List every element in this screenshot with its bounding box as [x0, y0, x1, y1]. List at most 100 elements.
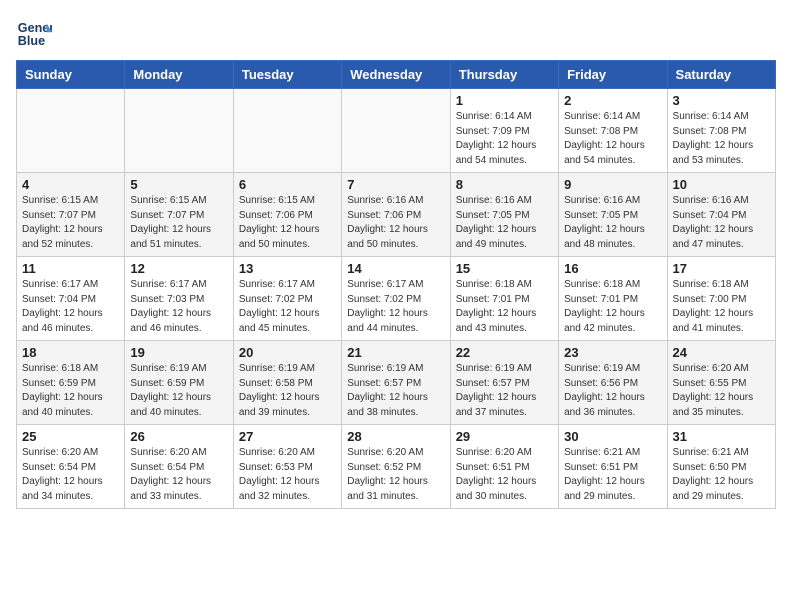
day-info: Sunrise: 6:19 AM Sunset: 6:57 PM Dayligh…	[456, 362, 553, 420]
day-number: 29	[456, 429, 553, 444]
weekday-header-tuesday: Tuesday	[233, 61, 341, 89]
day-number: 6	[239, 177, 336, 192]
day-info: Sunrise: 6:17 AM Sunset: 7:04 PM Dayligh…	[22, 278, 119, 336]
day-info: Sunrise: 6:17 AM Sunset: 7:03 PM Dayligh…	[130, 278, 227, 336]
day-info: Sunrise: 6:21 AM Sunset: 6:51 PM Dayligh…	[564, 446, 661, 504]
weekday-header-thursday: Thursday	[450, 61, 558, 89]
day-number: 7	[347, 177, 444, 192]
calendar-cell: 3 Sunrise: 6:14 AM Sunset: 7:08 PM Daylig…	[667, 89, 775, 173]
calendar-cell	[342, 89, 450, 173]
calendar-cell: 6 Sunrise: 6:15 AM Sunset: 7:06 PM Daylig…	[233, 173, 341, 257]
day-number: 4	[22, 177, 119, 192]
day-number: 15	[456, 261, 553, 276]
day-number: 14	[347, 261, 444, 276]
header: General Blue	[16, 16, 776, 52]
calendar-cell: 12 Sunrise: 6:17 AM Sunset: 7:03 PM Dayli…	[125, 257, 233, 341]
day-number: 27	[239, 429, 336, 444]
calendar-cell	[233, 89, 341, 173]
calendar-cell: 5 Sunrise: 6:15 AM Sunset: 7:07 PM Daylig…	[125, 173, 233, 257]
calendar-cell: 29 Sunrise: 6:20 AM Sunset: 6:51 PM Dayli…	[450, 425, 558, 509]
day-number: 18	[22, 345, 119, 360]
calendar-cell: 10 Sunrise: 6:16 AM Sunset: 7:04 PM Dayli…	[667, 173, 775, 257]
day-info: Sunrise: 6:20 AM Sunset: 6:55 PM Dayligh…	[673, 362, 770, 420]
day-number: 11	[22, 261, 119, 276]
day-number: 16	[564, 261, 661, 276]
day-number: 1	[456, 93, 553, 108]
calendar-cell: 25 Sunrise: 6:20 AM Sunset: 6:54 PM Dayli…	[17, 425, 125, 509]
day-info: Sunrise: 6:16 AM Sunset: 7:05 PM Dayligh…	[564, 194, 661, 252]
calendar-cell: 20Sunrise: 6:19 AM Sunset: 6:58 PM Dayli…	[233, 341, 341, 425]
day-info: Sunrise: 6:21 AM Sunset: 6:50 PM Dayligh…	[673, 446, 770, 504]
weekday-header-saturday: Saturday	[667, 61, 775, 89]
calendar-week-1: 1 Sunrise: 6:14 AM Sunset: 7:09 PM Daylig…	[17, 89, 776, 173]
day-number: 24	[673, 345, 770, 360]
day-info: Sunrise: 6:17 AM Sunset: 7:02 PM Dayligh…	[239, 278, 336, 336]
day-info: Sunrise: 6:15 AM Sunset: 7:07 PM Dayligh…	[130, 194, 227, 252]
day-info: Sunrise: 6:17 AM Sunset: 7:02 PM Dayligh…	[347, 278, 444, 336]
calendar-cell: 27Sunrise: 6:20 AM Sunset: 6:53 PM Dayli…	[233, 425, 341, 509]
calendar-cell: 17 Sunrise: 6:18 AM Sunset: 7:00 PM Dayli…	[667, 257, 775, 341]
weekday-header-friday: Friday	[559, 61, 667, 89]
calendar-cell: 31Sunrise: 6:21 AM Sunset: 6:50 PM Dayli…	[667, 425, 775, 509]
calendar-cell: 19Sunrise: 6:19 AM Sunset: 6:59 PM Dayli…	[125, 341, 233, 425]
day-info: Sunrise: 6:18 AM Sunset: 6:59 PM Dayligh…	[22, 362, 119, 420]
calendar-cell: 1 Sunrise: 6:14 AM Sunset: 7:09 PM Daylig…	[450, 89, 558, 173]
day-number: 12	[130, 261, 227, 276]
day-number: 17	[673, 261, 770, 276]
day-info: Sunrise: 6:18 AM Sunset: 7:00 PM Dayligh…	[673, 278, 770, 336]
day-info: Sunrise: 6:18 AM Sunset: 7:01 PM Dayligh…	[456, 278, 553, 336]
day-number: 30	[564, 429, 661, 444]
day-info: Sunrise: 6:15 AM Sunset: 7:06 PM Dayligh…	[239, 194, 336, 252]
calendar-cell: 11 Sunrise: 6:17 AM Sunset: 7:04 PM Dayli…	[17, 257, 125, 341]
day-number: 28	[347, 429, 444, 444]
day-info: Sunrise: 6:18 AM Sunset: 7:01 PM Dayligh…	[564, 278, 661, 336]
calendar-cell: 15 Sunrise: 6:18 AM Sunset: 7:01 PM Dayli…	[450, 257, 558, 341]
day-number: 26	[130, 429, 227, 444]
day-info: Sunrise: 6:16 AM Sunset: 7:05 PM Dayligh…	[456, 194, 553, 252]
day-info: Sunrise: 6:20 AM Sunset: 6:54 PM Dayligh…	[22, 446, 119, 504]
day-number: 13	[239, 261, 336, 276]
logo: General Blue	[16, 16, 56, 52]
svg-text:Blue: Blue	[18, 34, 45, 48]
calendar-week-3: 11 Sunrise: 6:17 AM Sunset: 7:04 PM Dayli…	[17, 257, 776, 341]
day-info: Sunrise: 6:19 AM Sunset: 6:57 PM Dayligh…	[347, 362, 444, 420]
calendar-cell: 21Sunrise: 6:19 AM Sunset: 6:57 PM Dayli…	[342, 341, 450, 425]
day-info: Sunrise: 6:16 AM Sunset: 7:06 PM Dayligh…	[347, 194, 444, 252]
day-number: 3	[673, 93, 770, 108]
calendar-cell: 14 Sunrise: 6:17 AM Sunset: 7:02 PM Dayli…	[342, 257, 450, 341]
day-info: Sunrise: 6:19 AM Sunset: 6:58 PM Dayligh…	[239, 362, 336, 420]
calendar-table: SundayMondayTuesdayWednesdayThursdayFrid…	[16, 60, 776, 509]
calendar-cell: 18 Sunrise: 6:18 AM Sunset: 6:59 PM Dayli…	[17, 341, 125, 425]
logo-icon: General Blue	[16, 16, 52, 52]
calendar-week-4: 18 Sunrise: 6:18 AM Sunset: 6:59 PM Dayli…	[17, 341, 776, 425]
day-number: 25	[22, 429, 119, 444]
calendar-cell: 8 Sunrise: 6:16 AM Sunset: 7:05 PM Daylig…	[450, 173, 558, 257]
day-info: Sunrise: 6:19 AM Sunset: 6:59 PM Dayligh…	[130, 362, 227, 420]
calendar-cell	[17, 89, 125, 173]
day-info: Sunrise: 6:19 AM Sunset: 6:56 PM Dayligh…	[564, 362, 661, 420]
day-info: Sunrise: 6:20 AM Sunset: 6:54 PM Dayligh…	[130, 446, 227, 504]
day-info: Sunrise: 6:14 AM Sunset: 7:08 PM Dayligh…	[673, 110, 770, 168]
calendar-cell: 28 Sunrise: 6:20 AM Sunset: 6:52 PM Dayli…	[342, 425, 450, 509]
calendar-cell: 9Sunrise: 6:16 AM Sunset: 7:05 PM Daylig…	[559, 173, 667, 257]
day-info: Sunrise: 6:20 AM Sunset: 6:51 PM Dayligh…	[456, 446, 553, 504]
day-number: 5	[130, 177, 227, 192]
weekday-header-wednesday: Wednesday	[342, 61, 450, 89]
day-info: Sunrise: 6:16 AM Sunset: 7:04 PM Dayligh…	[673, 194, 770, 252]
calendar-cell: 22 Sunrise: 6:19 AM Sunset: 6:57 PM Dayli…	[450, 341, 558, 425]
day-info: Sunrise: 6:14 AM Sunset: 7:09 PM Dayligh…	[456, 110, 553, 168]
calendar-cell: 4 Sunrise: 6:15 AM Sunset: 7:07 PM Daylig…	[17, 173, 125, 257]
day-info: Sunrise: 6:15 AM Sunset: 7:07 PM Dayligh…	[22, 194, 119, 252]
calendar-cell: 13 Sunrise: 6:17 AM Sunset: 7:02 PM Dayli…	[233, 257, 341, 341]
calendar-cell: 23Sunrise: 6:19 AM Sunset: 6:56 PM Dayli…	[559, 341, 667, 425]
calendar-cell: 24 Sunrise: 6:20 AM Sunset: 6:55 PM Dayli…	[667, 341, 775, 425]
day-info: Sunrise: 6:20 AM Sunset: 6:52 PM Dayligh…	[347, 446, 444, 504]
day-number: 8	[456, 177, 553, 192]
calendar-cell: 2Sunrise: 6:14 AM Sunset: 7:08 PM Daylig…	[559, 89, 667, 173]
weekday-header-monday: Monday	[125, 61, 233, 89]
day-number: 22	[456, 345, 553, 360]
calendar-week-2: 4 Sunrise: 6:15 AM Sunset: 7:07 PM Daylig…	[17, 173, 776, 257]
day-number: 10	[673, 177, 770, 192]
weekday-header-sunday: Sunday	[17, 61, 125, 89]
calendar-cell: 30 Sunrise: 6:21 AM Sunset: 6:51 PM Dayli…	[559, 425, 667, 509]
